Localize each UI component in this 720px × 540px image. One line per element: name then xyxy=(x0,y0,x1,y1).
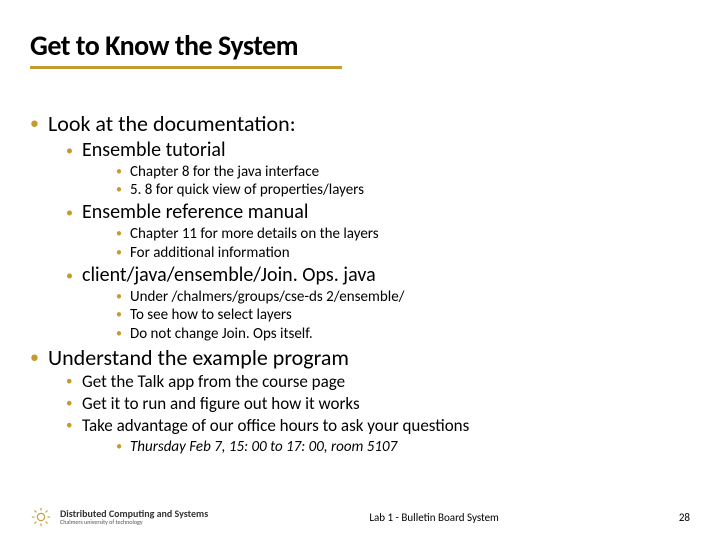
bullet-text: For additional information xyxy=(130,244,290,262)
bullet-l1: •Look at the documentation: •Ensemble tu… xyxy=(30,110,690,344)
bullet-text: Understand the example program xyxy=(48,344,349,371)
bullet-l1: •Understand the example program •Get the… xyxy=(30,344,690,457)
title-underline xyxy=(30,66,342,69)
bullet-text: client/java/ensemble/Join. Ops. java xyxy=(82,263,376,287)
bullet-text: 5. 8 for quick view of properties/layers xyxy=(130,181,364,199)
bullet-l3: •Chapter 11 for more details on the laye… xyxy=(116,225,690,244)
bullet-l3: •Chapter 8 for the java interface xyxy=(116,163,690,182)
bullet-l3: •5. 8 for quick view of properties/layer… xyxy=(116,181,690,200)
bullet-l3: •Do not change Join. Ops itself. xyxy=(116,325,690,344)
bullet-text: Under /chalmers/groups/cse-ds 2/ensemble… xyxy=(130,288,404,306)
footer-logo-text: Distributed Computing and Systems Chalme… xyxy=(60,509,208,525)
bullet-l2: •client/java/ensemble/Join. Ops. java •U… xyxy=(66,263,690,344)
page-number: 28 xyxy=(660,511,690,524)
footer-lab-text: Lab 1 - Bulletin Board System xyxy=(369,511,499,524)
bullet-text: Get the Talk app from the course page xyxy=(82,371,345,392)
bullet-text: Ensemble reference manual xyxy=(82,200,308,224)
bullet-text: Chapter 11 for more details on the layer… xyxy=(130,225,379,243)
bullet-text: To see how to select layers xyxy=(130,306,292,324)
bullet-l2: •Get the Talk app from the course page xyxy=(66,371,690,393)
bullet-l3: •For additional information xyxy=(116,244,690,263)
bullet-l3: •To see how to select layers xyxy=(116,306,690,325)
bullet-text: Thursday Feb 7, 15: 00 to 17: 00, room 5… xyxy=(130,438,397,456)
gear-icon xyxy=(30,506,52,528)
bullet-l2: •Ensemble tutorial •Chapter 8 for the ja… xyxy=(66,138,690,201)
bullet-text: Get it to run and figure out how it work… xyxy=(82,393,360,414)
bullet-text: Do not change Join. Ops itself. xyxy=(130,325,313,343)
bullet-l2: •Take advantage of our office hours to a… xyxy=(66,415,690,456)
bullet-text: Look at the documentation: xyxy=(48,110,296,137)
slide-title: Get to Know the System xyxy=(30,28,298,63)
bullet-l2: •Get it to run and figure out how it wor… xyxy=(66,393,690,415)
bullet-l3: •Thursday Feb 7, 15: 00 to 17: 00, room … xyxy=(116,438,690,457)
bullet-l2: •Ensemble reference manual •Chapter 11 f… xyxy=(66,200,690,263)
footer-logo: Distributed Computing and Systems Chalme… xyxy=(30,506,208,528)
bullet-text: Ensemble tutorial xyxy=(82,138,226,162)
bullet-text: Take advantage of our office hours to as… xyxy=(82,415,469,436)
bullet-l3: •Under /chalmers/groups/cse-ds 2/ensembl… xyxy=(116,288,690,307)
slide-content: •Look at the documentation: •Ensemble tu… xyxy=(30,110,690,456)
logo-sub-text: Chalmers university of technology xyxy=(60,519,208,525)
slide-footer: Distributed Computing and Systems Chalme… xyxy=(30,506,690,528)
bullet-text: Chapter 8 for the java interface xyxy=(130,163,319,181)
